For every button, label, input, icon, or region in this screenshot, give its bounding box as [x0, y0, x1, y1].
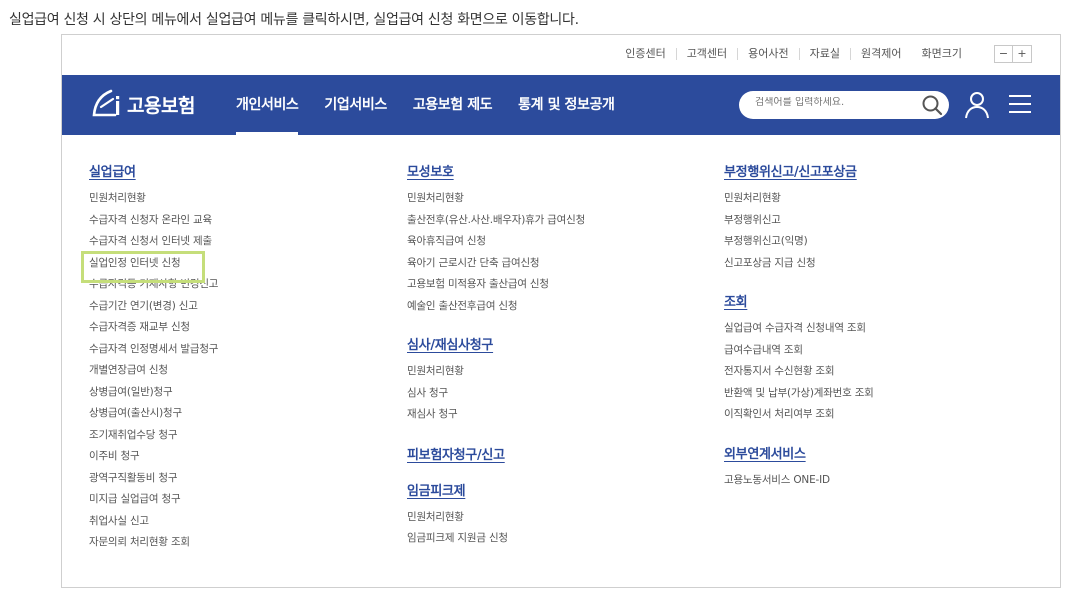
- menu-link[interactable]: 미지급 실업급여 청구: [89, 489, 218, 511]
- nav-item-personal-services[interactable]: 개인서비스: [236, 75, 299, 135]
- menu-link[interactable]: 수급기간 연기(변경) 신고: [89, 296, 218, 318]
- section-title-external-services[interactable]: 외부연계서비스: [724, 443, 874, 462]
- search-icon[interactable]: [921, 94, 943, 116]
- menu-link[interactable]: 육아휴직급여 신청: [407, 231, 585, 253]
- menu-link[interactable]: 상병급여(출산시)청구: [89, 403, 218, 425]
- section-title-insured-claim[interactable]: 피보험자청구/신고: [407, 444, 585, 463]
- logo-mark-icon: [92, 89, 120, 117]
- main-navbar: 고용보험 개인서비스 기업서비스 고용보험 제도 통계 및 정보공개: [62, 75, 1060, 135]
- menu-link[interactable]: 전자통지서 수신현황 조회: [724, 361, 874, 383]
- utility-bar: 인증센터 고객센터 용어사전 자료실 원격제어 화면크기 − +: [62, 35, 1060, 75]
- nav-menu: 개인서비스 기업서비스 고용보험 제도 통계 및 정보공개: [236, 75, 640, 135]
- website-screenshot-frame: 인증센터 고객센터 용어사전 자료실 원격제어 화면크기 − + 고용보험 개인…: [61, 34, 1061, 588]
- util-link-customer-center[interactable]: 고객센터: [675, 48, 737, 60]
- review-request-list: 민원처리현황 심사 청구 재심사 청구: [407, 361, 585, 426]
- menu-link[interactable]: 급여수급내역 조회: [724, 340, 874, 362]
- menu-link[interactable]: 조기재취업수당 청구: [89, 425, 218, 447]
- menu-link[interactable]: 육아기 근로시간 단축 급여신청: [407, 253, 585, 275]
- menu-link[interactable]: 고용노동서비스 ONE-ID: [724, 470, 874, 492]
- inquiry-list: 실업급여 수급자격 신청내역 조회 급여수급내역 조회 전자통지서 수신현황 조…: [724, 318, 874, 426]
- nav-item-business-services[interactable]: 기업서비스: [324, 75, 387, 135]
- menu-link[interactable]: 민원처리현황: [407, 188, 585, 210]
- menu-link[interactable]: 심사 청구: [407, 383, 585, 405]
- nav-item-statistics[interactable]: 통계 및 정보공개: [518, 75, 615, 135]
- menu-link[interactable]: 수급자격 신청서 인터넷 제출: [89, 231, 218, 253]
- menu-link[interactable]: 상병급여(일반)청구: [89, 382, 218, 404]
- section-title-maternity-protection[interactable]: 모성보호: [407, 161, 585, 180]
- menu-link[interactable]: 수급자격 신청자 온라인 교육: [89, 210, 218, 232]
- menu-link[interactable]: 개별연장급여 신청: [89, 360, 218, 382]
- section-title-wage-peak[interactable]: 임금피크제: [407, 480, 585, 499]
- menu-column-3: 부정행위신고/신고포상금 민원처리현황 부정행위신고 부정행위신고(익명) 신고…: [724, 161, 874, 491]
- menu-link[interactable]: 부정행위신고: [724, 210, 874, 232]
- menu-link[interactable]: 반환액 및 납부(가상)계좌번호 조회: [724, 383, 874, 405]
- zoom-label: 화면크기: [921, 47, 962, 60]
- logo-text: 고용보험: [127, 94, 195, 117]
- section-title-inquiry[interactable]: 조회: [724, 291, 874, 310]
- menu-column-1: 실업급여 민원처리현황 수급자격 신청자 온라인 교육 수급자격 신청서 인터넷…: [89, 161, 218, 554]
- menu-link[interactable]: 이직확인서 처리여부 조회: [724, 404, 874, 426]
- zoom-in-button[interactable]: +: [1013, 45, 1032, 63]
- utility-links: 인증센터 고객센터 용어사전 자료실 원격제어 화면크기: [615, 48, 972, 60]
- highlight-annotation-box: [81, 251, 205, 283]
- unemployment-benefits-list: 민원처리현황 수급자격 신청자 온라인 교육 수급자격 신청서 인터넷 제출 실…: [89, 188, 218, 554]
- hamburger-menu-icon[interactable]: [1008, 93, 1032, 115]
- menu-link[interactable]: 고용보험 미적용자 출산급여 신청: [407, 274, 585, 296]
- external-services-list: 고용노동서비스 ONE-ID: [724, 470, 874, 492]
- menu-link[interactable]: 자문의뢰 처리현황 조회: [89, 532, 218, 554]
- zoom-out-button[interactable]: −: [994, 45, 1013, 63]
- section-title-unemployment-benefits[interactable]: 실업급여: [89, 161, 218, 180]
- menu-column-2: 모성보호 민원처리현황 출산전후(유산.사산.배우자)휴가 급여신청 육아휴직급…: [407, 161, 585, 550]
- section-title-review-request[interactable]: 심사/재심사청구: [407, 334, 585, 353]
- logo[interactable]: 고용보험: [89, 87, 195, 121]
- menu-link[interactable]: 임금피크제 지원금 신청: [407, 528, 585, 550]
- menu-link[interactable]: 이주비 청구: [89, 446, 218, 468]
- menu-link[interactable]: 부정행위신고(익명): [724, 231, 874, 253]
- menu-link[interactable]: 광역구직활동비 청구: [89, 468, 218, 490]
- menu-link[interactable]: 출산전후(유산.사산.배우자)휴가 급여신청: [407, 210, 585, 232]
- user-icon[interactable]: [964, 91, 990, 119]
- instruction-caption: 실업급여 신청 시 상단의 메뉴에서 실업급여 메뉴를 클릭하시면, 실업급여 …: [9, 12, 579, 28]
- section-title-fraud-report[interactable]: 부정행위신고/신고포상금: [724, 161, 874, 180]
- maternity-protection-list: 민원처리현황 출산전후(유산.사산.배우자)휴가 급여신청 육아휴직급여 신청 …: [407, 188, 585, 317]
- util-link-library[interactable]: 자료실: [798, 48, 850, 60]
- fraud-report-list: 민원처리현황 부정행위신고 부정행위신고(익명) 신고포상금 지급 신청: [724, 188, 874, 274]
- menu-link[interactable]: 민원처리현황: [407, 507, 585, 529]
- util-link-auth-center[interactable]: 인증센터: [615, 48, 675, 60]
- menu-link[interactable]: 실업급여 수급자격 신청내역 조회: [724, 318, 874, 340]
- menu-link[interactable]: 민원처리현황: [407, 361, 585, 383]
- menu-link[interactable]: 민원처리현황: [724, 188, 874, 210]
- menu-link[interactable]: 수급자격 인정명세서 발급청구: [89, 339, 218, 361]
- util-link-glossary[interactable]: 용어사전: [737, 48, 798, 60]
- wage-peak-list: 민원처리현황 임금피크제 지원금 신청: [407, 507, 585, 550]
- menu-link[interactable]: 신고포상금 지급 신청: [724, 253, 874, 275]
- menu-link[interactable]: 수급자격증 재교부 신청: [89, 317, 218, 339]
- menu-link[interactable]: 재심사 청구: [407, 404, 585, 426]
- search-input[interactable]: [755, 97, 905, 108]
- nav-item-insurance-system[interactable]: 고용보험 제도: [413, 75, 493, 135]
- zoom-controls: − +: [994, 45, 1032, 63]
- menu-link[interactable]: 취업사실 신고: [89, 511, 218, 533]
- menu-link[interactable]: 예술인 출산전후급여 신청: [407, 296, 585, 318]
- menu-link[interactable]: 민원처리현황: [89, 188, 218, 210]
- util-link-remote-control[interactable]: 원격제어: [850, 48, 911, 60]
- search-box: [739, 91, 949, 119]
